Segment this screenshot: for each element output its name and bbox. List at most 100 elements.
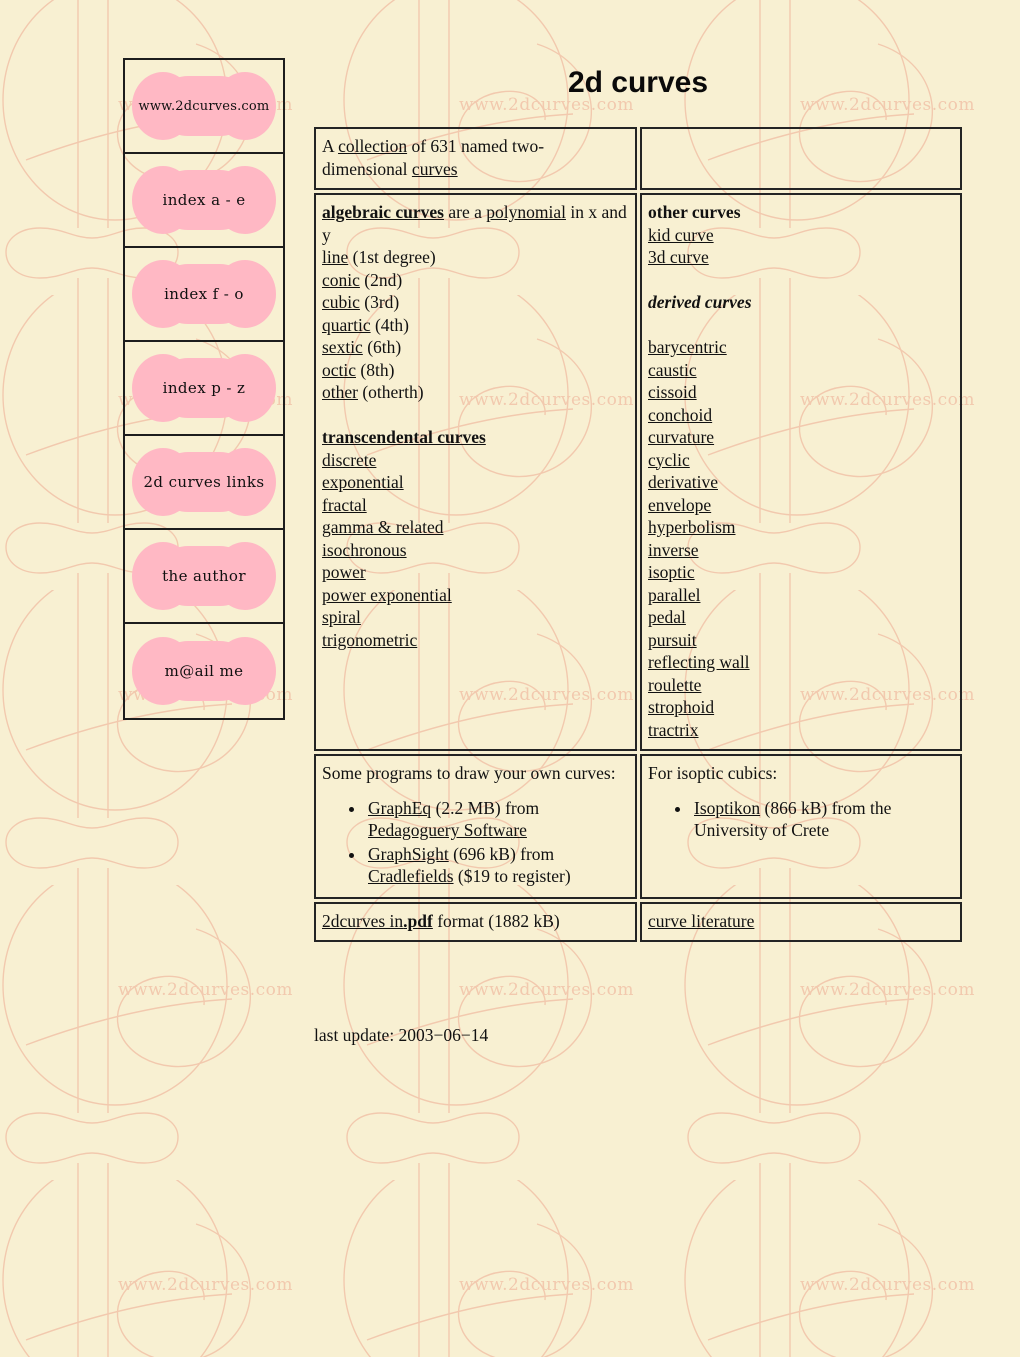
pursuit-link[interactable]: pursuit [648, 629, 952, 652]
pdf-extension[interactable]: .pdf [403, 911, 433, 931]
conchoid-link[interactable]: conchoid [648, 404, 952, 427]
sextic-link[interactable]: sextic [322, 337, 363, 357]
from-text: from [505, 797, 540, 818]
isoptic-link[interactable]: isoptic [648, 561, 952, 584]
curve-families-cell: algebraic curves are a polynomial in x a… [314, 193, 637, 751]
quartic-link[interactable]: quartic [322, 315, 371, 335]
derivative-link[interactable]: derivative [648, 471, 952, 494]
sidebar-item-author[interactable]: the author [125, 530, 283, 624]
line-link[interactable]: line [322, 247, 348, 267]
grapheq-size: (2.2 MB) [435, 797, 501, 818]
cyclic-link[interactable]: cyclic [648, 449, 952, 472]
inverse-link[interactable]: inverse [648, 539, 952, 562]
tractrix-link[interactable]: tractrix [648, 719, 952, 742]
parallel-link[interactable]: parallel [648, 584, 952, 607]
pdf-link[interactable]: 2dcurves in [322, 911, 403, 931]
pedagoguery-link[interactable]: Pedagoguery Software [368, 820, 527, 840]
3d-curve-link[interactable]: 3d curve [648, 246, 952, 269]
isoptic-intro: For isoptic cubics: [648, 763, 778, 783]
list-item: other (otherth) [322, 381, 627, 404]
sidebar-item-index-p-z[interactable]: index p - z [125, 342, 283, 436]
sidebar-item-label: index p - z [162, 379, 246, 397]
strophoid-link[interactable]: strophoid [648, 696, 952, 719]
envelope-link[interactable]: envelope [648, 494, 952, 517]
sidebar-item-label: m@ail me [164, 662, 244, 680]
collection-link[interactable]: collection [338, 136, 407, 156]
nav-blob-shape: index f - o [132, 260, 276, 328]
discrete-link[interactable]: discrete [322, 449, 627, 472]
transcendental-curves-link[interactable]: transcendental curves [322, 426, 627, 449]
pedal-link[interactable]: pedal [648, 606, 952, 629]
degree-note: (4th) [374, 314, 409, 335]
list-item: line (1st degree) [322, 246, 627, 269]
graphsight-link[interactable]: GraphSight [368, 844, 449, 864]
power-exponential-link[interactable]: power exponential [322, 584, 627, 607]
cubic-link[interactable]: cubic [322, 292, 360, 312]
algebraic-curves-link[interactable]: algebraic curves [322, 202, 444, 222]
sidebar-item-links[interactable]: 2d curves links [125, 436, 283, 530]
programs-list: GraphEq (2.2 MB) from Pedagoguery Softwa… [322, 797, 627, 888]
sidebar-item-label: index a - e [162, 191, 246, 209]
conic-link[interactable]: conic [322, 270, 360, 290]
sidebar-nav: www.2dcurves.com index a - e index f - o [123, 58, 285, 720]
hyperbolism-link[interactable]: hyperbolism [648, 516, 952, 539]
nav-blob-shape: index a - e [132, 166, 276, 234]
grapheq-link[interactable]: GraphEq [368, 798, 431, 818]
table-row: Some programs to draw your own curves: G… [314, 754, 962, 899]
roulette-link[interactable]: roulette [648, 674, 952, 697]
isoptikon-link[interactable]: Isoptikon [694, 798, 760, 818]
polynomial-link[interactable]: polynomial [486, 202, 566, 222]
degree-note: (8th) [360, 359, 395, 380]
page-title: 2d curves [567, 66, 709, 99]
content-table: A collection of 631 named two-dimensiona… [314, 127, 962, 945]
gamma-link[interactable]: gamma & related [322, 516, 627, 539]
nav-blob-shape: m@ail me [132, 637, 276, 705]
pdf-tail: format (1882 kB) [437, 910, 560, 931]
isochronous-link[interactable]: isochronous [322, 539, 627, 562]
fractal-link[interactable]: fractal [322, 494, 627, 517]
degree-note: (6th) [367, 337, 402, 357]
table-row: algebraic curves are a polynomial in x a… [314, 193, 962, 751]
list-item: octic (8th) [322, 359, 627, 382]
octic-link[interactable]: octic [322, 360, 356, 380]
exponential-link[interactable]: exponential [322, 471, 627, 494]
sidebar-item-index-a-e[interactable]: index a - e [125, 154, 283, 248]
curves-link[interactable]: curves [412, 159, 458, 179]
cissoid-link[interactable]: cissoid [648, 381, 952, 404]
trigonometric-link[interactable]: trigonometric [322, 629, 627, 652]
other-algebraic-link[interactable]: other [322, 382, 358, 402]
intro-cell: A collection of 631 named two-dimensiona… [314, 127, 637, 190]
list-item: conic (2nd) [322, 269, 627, 292]
degree-note: (2nd) [364, 269, 403, 290]
transcendental-block: transcendental curves discrete exponenti… [322, 426, 627, 651]
barycentric-link[interactable]: barycentric [648, 336, 952, 359]
nav-blob-shape: www.2dcurves.com [132, 72, 276, 140]
sidebar-item-home[interactable]: www.2dcurves.com [125, 60, 283, 154]
reflecting-wall-link[interactable]: reflecting wall [648, 651, 952, 674]
isoptic-cell: For isoptic cubics: Isoptikon (866 kB) f… [640, 754, 962, 899]
sidebar-item-label: www.2dcurves.com [138, 98, 270, 114]
from-text: from [520, 843, 555, 864]
list-item: Isoptikon (866 kB) from the University o… [692, 797, 952, 842]
cradlefields-link[interactable]: Cradlefields [368, 866, 454, 886]
empty-cell [640, 127, 962, 190]
derived-curves-heading: derived curves [648, 292, 752, 312]
nav-blob-shape: the author [132, 542, 276, 610]
algebraic-block: algebraic curves are a polynomial in x a… [322, 201, 627, 246]
sidebar-item-label: 2d curves links [143, 473, 265, 491]
caustic-link[interactable]: caustic [648, 359, 952, 382]
programs-intro: Some programs to draw your own curves: [322, 763, 616, 783]
table-row: 2dcurves in.pdf format (1882 kB) curve l… [314, 901, 962, 942]
spiral-link[interactable]: spiral [322, 606, 627, 629]
curve-literature-link[interactable]: curve literature [648, 911, 754, 931]
curvature-link[interactable]: curvature [648, 426, 952, 449]
kid-curve-link[interactable]: kid curve [648, 224, 952, 247]
power-link[interactable]: power [322, 561, 627, 584]
isoptikon-size: (866 kB) [764, 797, 828, 818]
sidebar-item-mail[interactable]: m@ail me [125, 624, 283, 718]
list-item: quartic (4th) [322, 314, 627, 337]
sidebar-item-index-f-o[interactable]: index f - o [125, 248, 283, 342]
isoptic-list: Isoptikon (866 kB) from the University o… [648, 797, 952, 842]
